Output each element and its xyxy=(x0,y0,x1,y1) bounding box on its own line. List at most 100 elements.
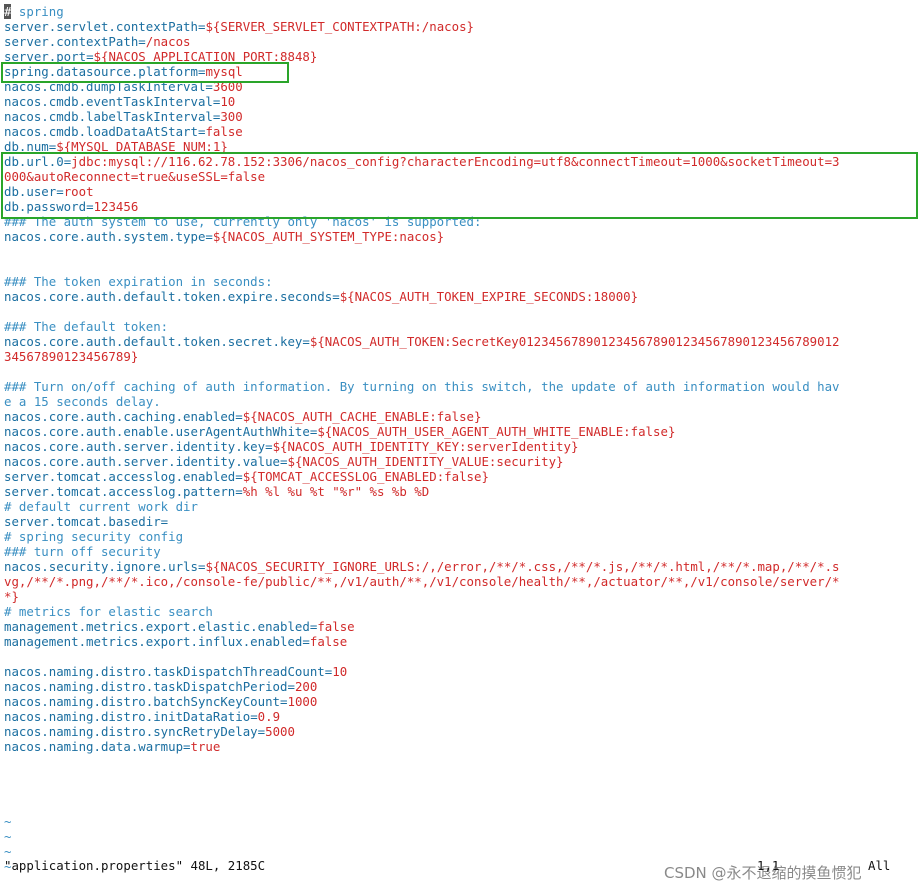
editor-line[interactable]: # spring security config xyxy=(4,529,183,544)
editor-line[interactable]: nacos.naming.data.warmup=true xyxy=(4,739,220,754)
property-key: nacos.naming.distro.syncRetryDelay xyxy=(4,724,258,739)
property-key: nacos.cmdb.eventTaskInterval xyxy=(4,94,213,109)
property-value: ${NACOS_AUTH_CACHE_ENABLE:false} xyxy=(242,409,482,424)
property-value: 10 xyxy=(332,664,348,679)
editor-line[interactable]: nacos.cmdb.labelTaskInterval=300 xyxy=(4,109,243,124)
editor-line[interactable]: ### turn off security xyxy=(4,544,161,559)
editor-line[interactable]: nacos.naming.distro.taskDispatchThreadCo… xyxy=(4,664,347,679)
editor-line[interactable]: e a 15 seconds delay. xyxy=(4,394,161,409)
property-value: ${NACOS_AUTH_USER_AGENT_AUTH_WHITE_ENABL… xyxy=(317,424,676,439)
editor-line[interactable]: nacos.naming.distro.syncRetryDelay=5000 xyxy=(4,724,295,739)
editor-line[interactable]: nacos.cmdb.eventTaskInterval=10 xyxy=(4,94,235,109)
editor-line[interactable]: # default current work dir xyxy=(4,499,198,514)
property-value: ${NACOS_AUTH_TOKEN_EXPIRE_SECONDS:18000} xyxy=(339,289,639,304)
editor-line[interactable]: nacos.naming.distro.taskDispatchPeriod=2… xyxy=(4,679,317,694)
property-key: = xyxy=(235,469,243,484)
property-key: nacos.naming.distro.initDataRatio xyxy=(4,709,251,724)
property-value: false xyxy=(317,619,355,634)
comment-text: spring xyxy=(11,4,64,19)
property-value: ${NACOS_AUTH_IDENTITY_VALUE:security} xyxy=(287,454,564,469)
property-key: management.metrics.export.elastic.enable… xyxy=(4,619,310,634)
property-key: = xyxy=(257,724,266,739)
editor-line[interactable]: nacos.core.auth.default.token.secret.key… xyxy=(4,334,840,349)
property-key: = xyxy=(287,679,295,694)
property-key: server.tomcat.accesslog.pattern xyxy=(4,484,236,499)
comment-text: ~ xyxy=(4,814,12,829)
property-value: /nacos xyxy=(145,34,191,49)
editor-line[interactable]: nacos.core.auth.caching.enabled=${NACOS_… xyxy=(4,409,481,424)
property-key: = xyxy=(332,289,340,304)
editor-line[interactable]: # spring xyxy=(4,4,64,19)
editor-line[interactable]: nacos.core.auth.system.type=${NACOS_AUTH… xyxy=(4,229,444,244)
editor-line[interactable]: server.servlet.contextPath=${SERVER_SERV… xyxy=(4,19,474,34)
editor-line[interactable]: server.tomcat.accesslog.pattern=%h %l %u… xyxy=(4,484,429,499)
status-file-info: "application.properties" 48L, 2185C xyxy=(4,858,266,873)
property-key: nacos.naming.data.warmup xyxy=(4,739,184,754)
property-value: false xyxy=(309,634,348,649)
editor-line[interactable]: ### The token expiration in seconds: xyxy=(4,274,273,289)
editor-line[interactable]: nacos.core.auth.default.token.expire.sec… xyxy=(4,289,638,304)
property-key: nacos.core.auth.default.token.expire.sec… xyxy=(4,289,333,304)
comment-text: ### The token expiration in seconds: xyxy=(4,274,273,289)
property-value: 34567890123456789} xyxy=(4,349,139,364)
comment-text: # metrics for elastic search xyxy=(4,604,213,619)
editor-line[interactable]: server.tomcat.accesslog.enabled=${TOMCAT… xyxy=(4,469,489,484)
property-value: ${NACOS_AUTH_TOKEN:SecretKey012345678901… xyxy=(309,334,840,349)
property-key: nacos.cmdb.labelTaskInterval xyxy=(4,109,213,124)
property-value: %h %l %u %t "%r" %s %b %D xyxy=(242,484,430,499)
editor-line[interactable]: # metrics for elastic search xyxy=(4,604,213,619)
comment-text: ~ xyxy=(4,829,12,844)
property-key: = xyxy=(205,229,213,244)
editor-line[interactable]: nacos.cmdb.loadDataAtStart=false xyxy=(4,124,243,139)
editor-line[interactable]: ### Turn on/off caching of auth informat… xyxy=(4,379,840,394)
property-key: nacos.naming.distro.taskDispatchThreadCo… xyxy=(4,664,325,679)
property-key: server.servlet.contextPath xyxy=(4,19,198,34)
status-scroll-indicator: All xyxy=(868,858,891,873)
property-key: = xyxy=(265,439,273,454)
property-value: *} xyxy=(4,589,19,604)
editor-line[interactable]: nacos.core.auth.enable.userAgentAuthWhit… xyxy=(4,424,675,439)
comment-text: ### Turn on/off caching of auth informat… xyxy=(4,379,840,394)
property-value: 200 xyxy=(294,679,318,694)
terminal-window[interactable]: # spring server.servlet.contextPath=${SER… xyxy=(0,0,924,889)
property-value: false xyxy=(205,124,243,139)
property-key: server.tomcat.basedir xyxy=(4,514,161,529)
property-key: = xyxy=(183,739,191,754)
editor-line[interactable]: nacos.naming.distro.batchSyncKeyCount=10… xyxy=(4,694,317,709)
editor-line[interactable]: server.tomcat.basedir= xyxy=(4,514,168,529)
editor-line[interactable]: server.contextPath=/nacos xyxy=(4,34,191,49)
editor-line[interactable]: vg,/**/*.png,/**/*.ico,/console-fe/publi… xyxy=(4,574,840,589)
highlight-box-datasource-platform xyxy=(1,62,289,83)
property-key: nacos.core.auth.default.token.secret.key xyxy=(4,334,303,349)
comment-text: ### turn off security xyxy=(4,544,161,559)
editor-line[interactable]: nacos.security.ignore.urls=${NACOS_SECUR… xyxy=(4,559,840,574)
editor-line[interactable]: ~ xyxy=(4,844,11,859)
editor-line[interactable]: nacos.naming.distro.initDataRatio=0.9 xyxy=(4,709,280,724)
editor-line[interactable]: *} xyxy=(4,589,19,604)
editor-line[interactable]: nacos.core.auth.server.identity.value=${… xyxy=(4,454,564,469)
comment-text: # default current work dir xyxy=(4,499,198,514)
editor-line[interactable]: ~ xyxy=(4,814,11,829)
property-key: nacos.security.ignore.urls xyxy=(4,559,198,574)
comment-text: ### The default token: xyxy=(4,319,169,334)
property-key: nacos.cmdb.loadDataAtStart xyxy=(4,124,198,139)
property-key: = xyxy=(138,34,146,49)
editor-line[interactable]: ### The default token: xyxy=(4,319,168,334)
property-key: = xyxy=(235,409,243,424)
property-value: 0.9 xyxy=(257,709,281,724)
editor-line[interactable]: management.metrics.export.influx.enabled… xyxy=(4,634,347,649)
property-value: ${TOMCAT_ACCESSLOG_ENABLED:false} xyxy=(242,469,489,484)
property-value: 1000 xyxy=(287,694,318,709)
editor-line[interactable]: 34567890123456789} xyxy=(4,349,138,364)
editor-line[interactable]: management.metrics.export.elastic.enable… xyxy=(4,619,355,634)
comment-text: ~ xyxy=(4,844,12,859)
editor-line[interactable]: nacos.core.auth.server.identity.key=${NA… xyxy=(4,439,578,454)
property-key: nacos.core.auth.caching.enabled xyxy=(4,409,236,424)
comment-text: e a 15 seconds delay. xyxy=(4,394,161,409)
property-key: = xyxy=(160,514,169,529)
property-value: 5000 xyxy=(265,724,295,739)
editor-line[interactable]: ~ xyxy=(4,829,11,844)
property-key: management.metrics.export.influx.enabled xyxy=(4,634,303,649)
property-key: = xyxy=(235,484,243,499)
property-value: true xyxy=(190,739,221,754)
